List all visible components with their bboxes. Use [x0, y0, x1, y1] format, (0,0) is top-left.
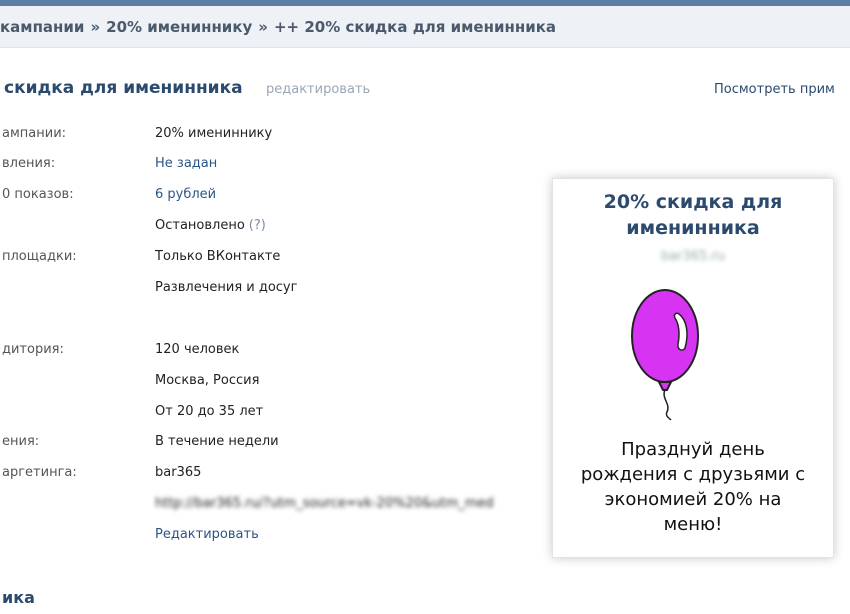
balloon-image: [631, 289, 699, 421]
detail-row-targeting: аргетинга: bar365: [0, 465, 560, 485]
detail-row-url: http://bar365.ru/?utm_source=vk-20%20&ut…: [0, 496, 560, 516]
detail-row-audience: дитория: 120 человек: [0, 342, 560, 362]
detail-label: ампании:: [2, 126, 67, 141]
breadcrumb-current-ad: ++ 20% скидка для именинника: [273, 17, 557, 36]
detail-row-campaign: ампании: 20% имениннику: [0, 126, 560, 146]
breadcrumb-separator: »: [90, 17, 101, 36]
detail-label: ения:: [2, 434, 40, 449]
ad-preview-text: Празднуй день рождения с друзьями с экон…: [580, 439, 806, 535]
detail-row-price: 0 показов: 6 рублей: [0, 187, 560, 207]
detail-label: дитория:: [2, 342, 64, 357]
ad-preview-domain: bar365.ru: [660, 249, 726, 264]
detail-value-link[interactable]: Не задан: [155, 156, 217, 171]
detail-row-edit: Редактировать: [0, 527, 560, 547]
detail-value: Развлечения и досуг: [155, 280, 298, 295]
detail-value: bar365: [155, 465, 202, 480]
detail-value: Москва, Россия: [155, 373, 260, 388]
detail-value: 120 человек: [155, 342, 240, 357]
ad-preview-title[interactable]: 20% скидка для именинника: [553, 189, 833, 241]
detail-row-segment: вления: Не задан: [0, 156, 560, 176]
breadcrumb: кампании » 20% имениннику » ++ 20% скидк…: [0, 6, 850, 48]
page-title: скидка для именинника: [4, 78, 243, 98]
breadcrumb-separator: »: [258, 17, 268, 36]
detail-row-time: ения: В течение недели: [0, 434, 560, 454]
detail-row-category: Развлечения и досуг: [0, 280, 560, 300]
detail-label: вления:: [2, 156, 56, 171]
detail-row-geo: Москва, Россия: [0, 373, 560, 393]
status-link[interactable]: Остановлено: [155, 218, 245, 233]
detail-row-platform: площадки: Только ВКонтакте: [0, 249, 560, 269]
detail-row-age: От 20 до 35 лет: [0, 404, 560, 424]
detail-label: аргетинга:: [2, 465, 77, 480]
edit-link[interactable]: редактировать: [266, 82, 370, 97]
section-heading: ика: [2, 588, 35, 607]
detail-label: площадки:: [2, 249, 77, 264]
status-container: Остановлено (?): [155, 218, 266, 233]
detail-value: Только ВКонтакте: [155, 249, 281, 264]
detail-row-status: Остановлено (?): [0, 218, 560, 238]
edit-button[interactable]: Редактировать: [155, 527, 259, 542]
ad-header: скидка для именинника редактировать Посм…: [0, 78, 850, 106]
preview-link[interactable]: Посмотреть прим: [714, 82, 835, 97]
detail-value-link[interactable]: 6 рублей: [155, 187, 216, 202]
target-url-link[interactable]: http://bar365.ru/?utm_source=vk-20%20&ut…: [155, 496, 494, 511]
help-hint[interactable]: (?): [249, 218, 266, 233]
detail-label: 0 показов:: [2, 187, 74, 202]
detail-value: От 20 до 35 лет: [155, 404, 264, 419]
detail-value: В течение недели: [155, 434, 279, 449]
ad-preview-card[interactable]: 20% скидка для именинника bar365.ru Праз…: [552, 178, 834, 558]
detail-value: 20% имениннику: [155, 126, 273, 141]
breadcrumb-campaign-name[interactable]: 20% имениннику: [106, 18, 252, 36]
breadcrumb-campaigns[interactable]: кампании: [0, 18, 84, 36]
